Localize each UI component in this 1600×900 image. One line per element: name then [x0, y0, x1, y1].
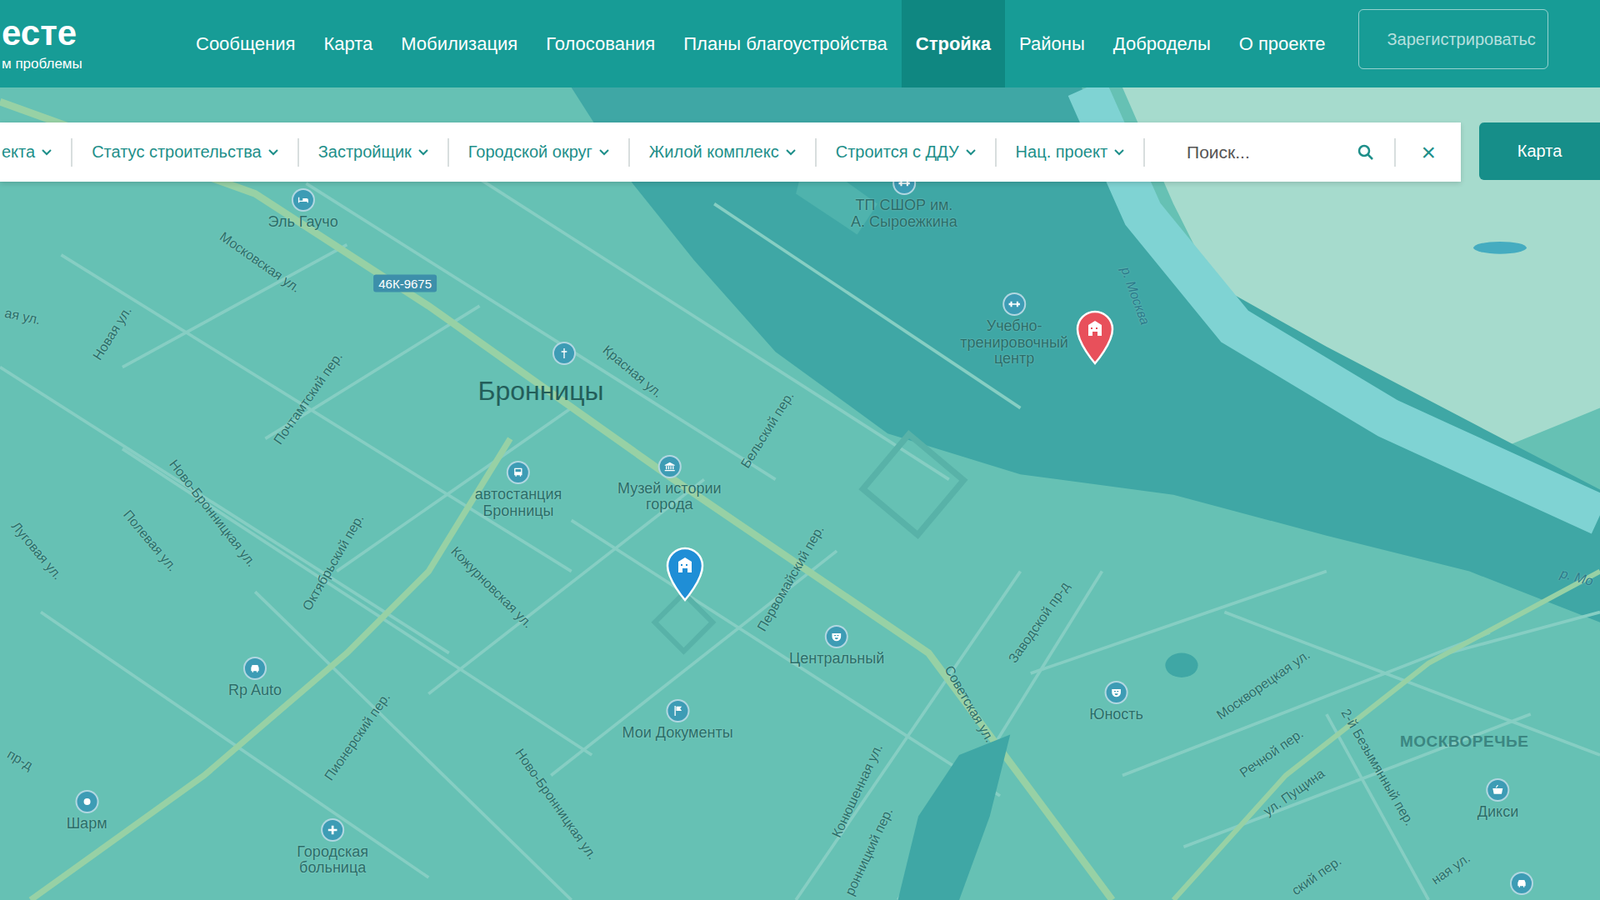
- construction-pin[interactable]: [1075, 310, 1115, 369]
- place-label: Дикси: [1477, 804, 1519, 821]
- search-field[interactable]: Поиск...: [1143, 138, 1395, 167]
- district-label: МОСКВОРЕЧЬЕ: [1400, 732, 1529, 751]
- chevron-down-icon: [41, 149, 52, 156]
- nav-item[interactable]: Карта: [309, 0, 387, 88]
- docs-icon: [665, 699, 690, 723]
- map-place[interactable]: Учебно- тренировочный центр: [960, 292, 1069, 368]
- clear-button[interactable]: ×: [1394, 138, 1461, 167]
- place-label: Мои Документы: [622, 725, 734, 742]
- nav-item[interactable]: Районы: [1005, 0, 1100, 88]
- chevron-down-icon: [965, 149, 976, 156]
- nav-item[interactable]: Голосования: [531, 0, 670, 88]
- filter-dropdown[interactable]: Жилой комплекс: [628, 138, 815, 167]
- museum-icon: [657, 455, 681, 479]
- church-icon[interactable]: [552, 341, 576, 365]
- city-label: Бронницы: [477, 375, 604, 406]
- search-placeholder: Поиск...: [1186, 142, 1250, 163]
- map-place[interactable]: Эль Гаучо: [268, 188, 339, 231]
- filter-dropdown[interactable]: Нац. проект: [995, 138, 1144, 167]
- place-label: Юность: [1089, 706, 1144, 724]
- place-label: автостанция Бронницы: [475, 486, 562, 520]
- theatre-icon: [1105, 680, 1129, 705]
- theatre-icon: [825, 625, 849, 649]
- chevron-down-icon: [785, 149, 796, 156]
- map-button[interactable]: Карта: [1479, 122, 1600, 180]
- chevron-down-icon: [418, 149, 429, 156]
- map-place[interactable]: Музей истории города: [617, 455, 722, 515]
- map[interactable]: Московская ул.ая ул.Новая ул.Почтамтский…: [0, 87, 1600, 900]
- map-place[interactable]: Центральный: [789, 625, 885, 668]
- filter-dropdown[interactable]: Строится с ДДУ: [815, 138, 995, 167]
- place-label: ТП СШОР им. А. Сыроежкина: [850, 197, 958, 231]
- hotel-icon: [291, 188, 315, 212]
- school-icon: [665, 546, 705, 602]
- car-icon[interactable]: [1510, 871, 1534, 895]
- car-icon: [243, 656, 267, 680]
- logo-subtitle: м проблемы: [1, 55, 182, 73]
- bus-icon: [506, 460, 530, 485]
- main-nav: СообщенияКартаМобилизацияГолосованияПлан…: [181, 0, 1340, 88]
- sport-icon: [1002, 292, 1026, 316]
- filter-dropdown[interactable]: Застройщик: [297, 138, 448, 167]
- nav-item[interactable]: О проекте: [1225, 0, 1340, 88]
- road-badge: 46К-9675: [373, 275, 437, 293]
- filter-dropdown[interactable]: Статус строительства: [70, 138, 298, 167]
- place-label: Музей истории города: [617, 480, 722, 515]
- nav-item[interactable]: Доброделы: [1099, 0, 1225, 88]
- filter-dropdown[interactable]: Городской округ: [447, 138, 629, 167]
- filter-dropdown[interactable]: екта: [0, 138, 71, 167]
- place-label: Шарм: [66, 815, 108, 833]
- map-place[interactable]: автостанция Бронницы: [475, 460, 562, 520]
- nav-item[interactable]: Планы благоустройства: [669, 0, 902, 88]
- logo-title: есте: [1, 15, 182, 51]
- map-place[interactable]: Дикси: [1477, 778, 1519, 821]
- shop-icon: [1486, 778, 1510, 802]
- logo[interactable]: есте м проблемы: [0, 0, 182, 88]
- map-place[interactable]: Мои Документы: [622, 699, 734, 742]
- place-label: Эль Гаучо: [268, 214, 339, 231]
- map-place[interactable]: Шарм: [66, 790, 108, 833]
- search-icon[interactable]: [1357, 144, 1375, 161]
- map-place[interactable]: Городская больница: [296, 818, 369, 878]
- map-background: [0, 87, 1600, 900]
- page: естем проблемыСообщенияКартаМобилизацияГ…: [0, 0, 1600, 900]
- chevron-down-icon: [1114, 149, 1125, 156]
- nav-item[interactable]: Сообщения: [181, 0, 310, 88]
- nav-item[interactable]: Мобилизация: [386, 0, 532, 88]
- chevron-down-icon: [268, 149, 279, 156]
- nav-item[interactable]: Стройка: [901, 0, 1005, 88]
- map-place[interactable]: Rp Auto: [228, 656, 282, 700]
- filter-bar: ектаСтатус строительстваЗастройщикГородс…: [0, 122, 1461, 182]
- construction-pin[interactable]: [665, 546, 705, 605]
- beauty-icon: [75, 790, 99, 814]
- place-label: Городская больница: [296, 844, 369, 878]
- place-label: Учебно- тренировочный центр: [960, 318, 1069, 368]
- school-icon: [1075, 310, 1115, 365]
- header: есте м проблемыСообщенияКартаМобилизацияГ…: [0, 0, 1600, 88]
- hospital-icon: [320, 818, 345, 842]
- chevron-down-icon: [599, 149, 610, 156]
- place-label: Центральный: [789, 650, 885, 668]
- place-label: Rp Auto: [228, 682, 282, 700]
- map-place[interactable]: Юность: [1089, 680, 1144, 724]
- register-button[interactable]: Зарегистрироватьс: [1358, 9, 1549, 70]
